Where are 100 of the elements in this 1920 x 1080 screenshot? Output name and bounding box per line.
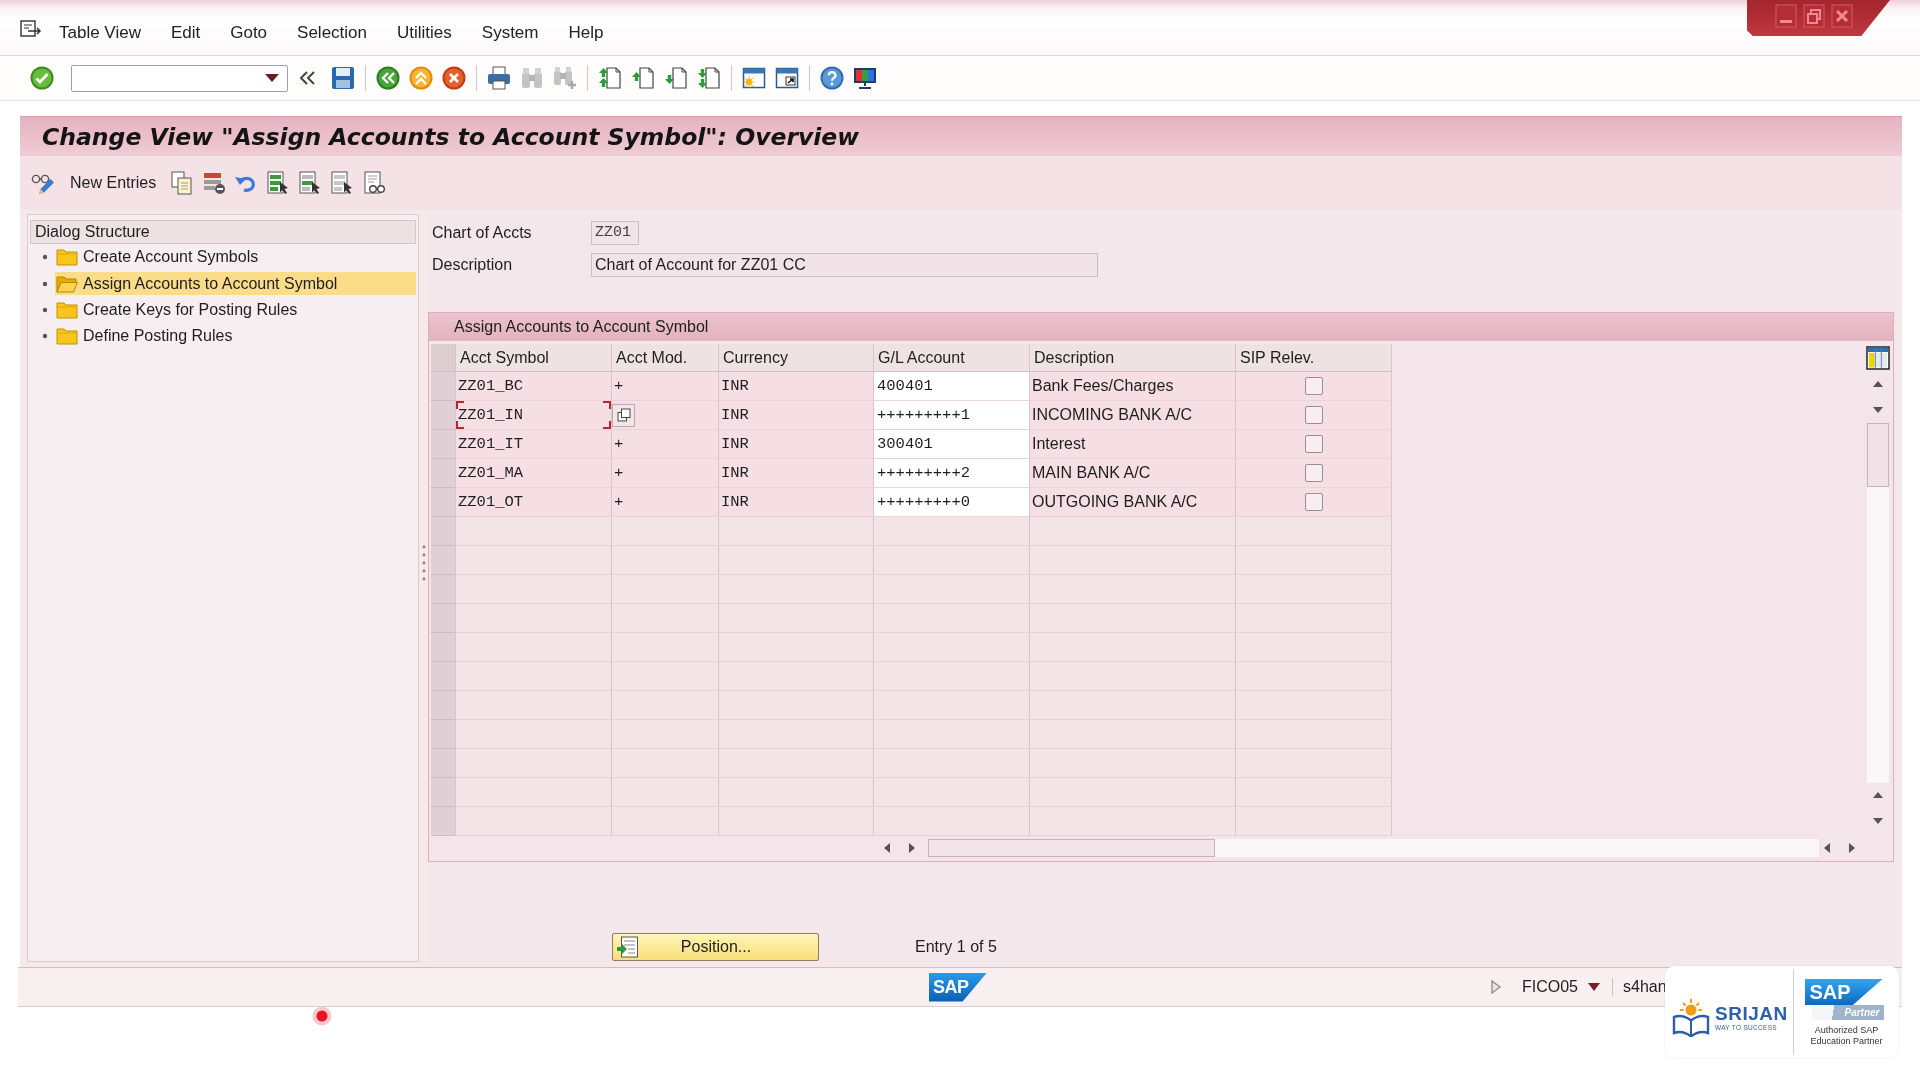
system-menu-icon[interactable] <box>20 19 42 38</box>
first-page-icon[interactable] <box>598 66 622 90</box>
table-cell: INR <box>719 372 874 401</box>
splitter-grip-icon[interactable] <box>421 544 426 582</box>
menu-item[interactable]: Table View <box>59 22 141 43</box>
column-settings-icon[interactable] <box>1866 346 1890 370</box>
monitor-icon[interactable] <box>853 66 877 90</box>
cell-text: + <box>614 377 624 395</box>
caret-down-icon[interactable] <box>1588 983 1600 991</box>
panel-header: Dialog Structure <box>30 220 416 244</box>
new-entries-button[interactable]: New Entries <box>31 171 157 195</box>
cell-text: + <box>614 493 624 511</box>
cell-text: + <box>614 435 624 453</box>
arrow-down-icon[interactable] <box>1872 406 1884 414</box>
tree-item[interactable]: Assign Accounts to Account Symbol <box>55 272 416 296</box>
table-cell: INCOMING BANK A/C <box>1030 401 1236 430</box>
menu-item[interactable]: Edit <box>170 22 201 43</box>
arrow-up-icon[interactable] <box>1872 791 1884 799</box>
value-help-button[interactable] <box>612 403 635 427</box>
save-icon[interactable] <box>331 66 355 90</box>
partner-caption: Authorized SAP Education Partner <box>1809 1025 1884 1047</box>
column-header[interactable]: G/L Account <box>874 344 1030 372</box>
column-header[interactable]: SIP Relev. <box>1236 344 1392 372</box>
new-window-icon[interactable] <box>742 66 766 90</box>
triangle-right-icon[interactable] <box>1490 979 1502 995</box>
arrow-right-icon[interactable] <box>908 842 916 854</box>
table-cell: OUTGOING BANK A/C <box>1030 488 1236 517</box>
scrollbar-thumb[interactable] <box>928 839 1215 857</box>
menu-item[interactable]: System <box>481 22 539 43</box>
scrollbar-thumb[interactable] <box>1867 423 1889 487</box>
restore-icon[interactable] <box>1803 4 1825 28</box>
status-field: FICO05 <box>1522 978 1578 996</box>
menu-item[interactable]: Utilities <box>397 22 452 43</box>
table-cell: ZZ01_IN <box>456 401 612 430</box>
previous-page-icon[interactable] <box>631 66 655 90</box>
close-icon[interactable] <box>1831 4 1853 28</box>
gl-account-field[interactable]: +++++++++1 <box>874 401 1030 430</box>
screen-title: Change View "Assign Accounts to Account Symbol": Overview <box>20 116 1902 156</box>
help-icon[interactable] <box>820 66 844 90</box>
folder-icon <box>56 300 78 319</box>
back-icon[interactable] <box>376 66 400 90</box>
position-button[interactable]: Position... <box>612 933 819 961</box>
select-all-cell[interactable] <box>431 344 456 372</box>
checkbox[interactable] <box>1304 377 1323 395</box>
checkmark-icon[interactable] <box>30 66 54 90</box>
gl-account-field[interactable]: +++++++++2 <box>874 459 1030 488</box>
checkbox[interactable] <box>1304 464 1323 482</box>
tree-item[interactable]: Define Posting Rules <box>55 324 416 348</box>
field-label: Chart of Accts <box>432 224 533 242</box>
command-field[interactable] <box>71 64 288 92</box>
field-label: Description <box>432 256 514 274</box>
print-icon[interactable] <box>487 66 511 90</box>
partner-logo: SAP <box>1804 979 1883 1005</box>
table-title: Assign Accounts to Account Symbol <box>429 313 1893 341</box>
tree-item[interactable]: Create Account Symbols <box>55 245 416 269</box>
bullet-icon <box>42 306 48 313</box>
folder-icon <box>56 327 78 346</box>
gl-account-field[interactable]: +++++++++0 <box>874 488 1030 517</box>
arrow-left-icon[interactable] <box>1823 842 1831 854</box>
copy-icon[interactable] <box>170 171 195 195</box>
shortcut-window-icon[interactable] <box>775 66 799 90</box>
record-dot-icon <box>312 1006 332 1026</box>
cancel-icon[interactable] <box>442 66 466 90</box>
arrow-down-icon[interactable] <box>1872 817 1884 825</box>
arrow-right-icon[interactable] <box>1848 842 1856 854</box>
arrow-left-icon[interactable] <box>883 842 891 854</box>
gl-account-field[interactable]: 300401 <box>874 430 1030 459</box>
checkbox[interactable] <box>1304 435 1323 453</box>
last-page-icon[interactable] <box>697 66 721 90</box>
column-header[interactable]: Description <box>1030 344 1236 372</box>
display-field: ZZ01 <box>591 221 639 245</box>
menu-item[interactable]: Selection <box>297 22 367 43</box>
find-icon[interactable] <box>520 66 544 90</box>
bullet-icon <box>42 280 48 287</box>
exit-icon[interactable] <box>409 66 433 90</box>
brand-name: SRIJAN <box>1715 1003 1788 1024</box>
caret-down-icon[interactable] <box>265 74 279 82</box>
minimize-icon[interactable] <box>1775 4 1797 28</box>
delete-rows-icon[interactable] <box>202 171 227 195</box>
table-cell: ZZ01_OT <box>456 488 612 517</box>
document-glasses-icon[interactable] <box>362 171 387 195</box>
tree-item[interactable]: Create Keys for Posting Rules <box>55 298 416 322</box>
next-page-icon[interactable] <box>664 66 688 90</box>
gl-account-field[interactable]: 400401 <box>874 372 1030 401</box>
bullet-icon <box>42 333 48 340</box>
find-next-icon[interactable] <box>553 66 577 90</box>
checkbox[interactable] <box>1304 493 1323 511</box>
column-header[interactable]: Acct Symbol <box>456 344 612 372</box>
list-arrow-icon <box>616 936 638 958</box>
arrow-up-icon[interactable] <box>1872 380 1884 388</box>
table-cell: ZZ01_IT <box>456 430 612 459</box>
table-cell: ZZ01_BC <box>456 372 612 401</box>
menu-item[interactable]: Goto <box>230 22 268 43</box>
column-header[interactable]: Currency <box>719 344 874 372</box>
checkbox[interactable] <box>1304 406 1323 424</box>
table-cell: INR <box>719 430 874 459</box>
column-header[interactable]: Acct Mod. <box>612 344 719 372</box>
table-cell: INR <box>719 401 874 430</box>
menu-item[interactable]: Help <box>568 22 604 43</box>
overlapping-squares-icon <box>616 408 631 422</box>
